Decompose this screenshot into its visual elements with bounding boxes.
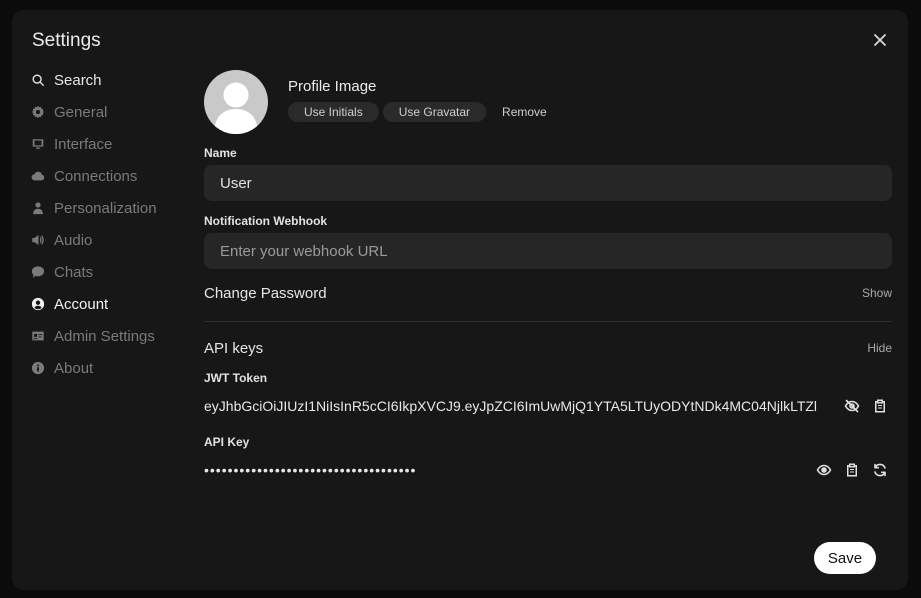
change-password-label: Change Password [204,285,327,302]
sidebar-item-personalization[interactable]: Personalization [30,192,200,224]
sidebar-item-label: About [54,359,94,377]
dialog-title: Settings [32,30,101,51]
api-key-value: •••••••••••••••••••••••••••••••••••• [204,462,417,478]
monitor-icon [30,136,46,152]
sidebar-item-interface[interactable]: Interface [30,128,200,160]
info-icon [30,360,46,376]
name-label: Name [204,146,237,160]
profile-image-label: Profile Image [288,78,377,95]
sidebar-item-admin-settings[interactable]: Admin Settings [30,320,200,352]
profile-image-actions: Use Initials Use Gravatar Remove [288,102,563,122]
account-panel: Profile Image Use Initials Use Gravatar … [204,10,892,590]
sidebar-item-label: Interface [54,135,113,153]
cloud-icon [30,168,46,184]
sidebar-item-search[interactable]: Search [30,64,200,96]
use-gravatar-button[interactable]: Use Gravatar [382,102,487,122]
speaker-icon [30,232,46,248]
sidebar-item-account[interactable]: Account [30,288,200,320]
sidebar-item-connections[interactable]: Connections [30,160,200,192]
jwt-token-label: JWT Token [204,371,268,385]
api-key-label: API Key [204,435,250,449]
sidebar-item-label: Admin Settings [54,327,155,345]
sidebar-item-label: Account [54,295,109,313]
sidebar-item-audio[interactable]: Audio [30,224,200,256]
sidebar-item-label: Chats [54,263,94,281]
api-keys-title: API keys [204,340,264,357]
copy-api-key-icon[interactable] [844,462,862,480]
use-initials-button[interactable]: Use Initials [288,102,379,122]
eye-icon[interactable] [816,462,834,480]
person-icon [30,200,46,216]
id-card-icon [30,328,46,344]
sidebar-item-chats[interactable]: Chats [30,256,200,288]
sidebar-item-label: Audio [54,231,93,249]
name-field[interactable] [204,165,892,201]
copy-jwt-icon[interactable] [872,398,890,416]
webhook-url-field[interactable] [204,233,892,269]
sidebar-item-label: Personalization [54,199,157,217]
hide-api-keys-toggle[interactable]: Hide [867,341,892,355]
gear-icon [30,104,46,120]
sidebar-item-about[interactable]: About [30,352,200,384]
profile-avatar[interactable] [204,70,268,134]
default-user-icon [214,82,258,134]
settings-dialog: Settings Search General Interface Connec… [12,10,908,590]
show-password-toggle[interactable]: Show [862,286,892,300]
sidebar-item-label: Connections [54,167,138,185]
user-circle-icon [30,296,46,312]
settings-sidebar: Search General Interface Connections Per… [30,64,200,384]
eye-off-icon[interactable] [844,398,862,416]
regenerate-icon[interactable] [872,462,890,480]
sidebar-item-general[interactable]: General [30,96,200,128]
save-button[interactable]: Save [814,542,876,574]
section-divider [204,321,892,322]
chat-bubble-icon [30,264,46,280]
sidebar-item-label: General [54,103,108,121]
webhook-label: Notification Webhook [204,214,328,228]
jwt-token-value: eyJhbGciOiJIUzI1NiIsInR5cCI6IkpXVCJ9.eyJ… [204,398,818,414]
sidebar-item-label: Search [54,71,102,89]
remove-image-button[interactable]: Remove [490,102,559,122]
search-icon [30,72,46,88]
